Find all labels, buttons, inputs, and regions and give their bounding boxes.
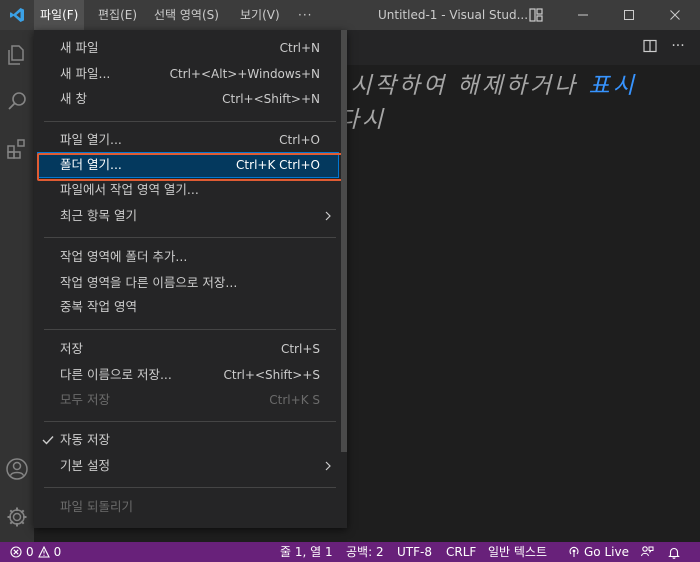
accounts-icon[interactable] <box>0 452 34 486</box>
menu-file[interactable]: 파일(F) <box>34 0 85 30</box>
menu-separator <box>44 121 336 122</box>
vscode-logo-icon <box>0 0 34 30</box>
error-icon <box>10 546 22 558</box>
menu-item-save-all: 모두 저장 Ctrl+K S <box>38 388 338 412</box>
bell-icon[interactable] <box>668 542 680 562</box>
activity-bar <box>0 30 34 542</box>
menu-item-label: 파일에서 작업 영역 열기... <box>60 182 199 197</box>
menu-item-save[interactable]: 저장 Ctrl+S <box>38 337 338 361</box>
menu-item-open-workspace-from-file[interactable]: 파일에서 작업 영역 열기... <box>38 178 338 202</box>
menu-separator <box>44 329 336 330</box>
menu-item-open-folder[interactable]: 폴더 열기... Ctrl+K Ctrl+O <box>37 152 339 178</box>
menu-scrollbar[interactable] <box>341 30 347 452</box>
status-bar: 0 0 줄 1, 열 1 공백: 2 UTF-8 CRLF 일반 텍스트 Go … <box>0 542 700 562</box>
extensions-icon[interactable] <box>0 132 34 166</box>
menu-item-label: 작업 영역에 폴더 추가... <box>60 249 188 264</box>
status-encoding[interactable]: UTF-8 <box>397 542 432 562</box>
feedback-icon[interactable] <box>640 542 654 562</box>
menu-item-shortcut: Ctrl+<Alt>+Windows+N <box>169 67 320 81</box>
menu-item-new-file-ellipsis[interactable]: 새 파일... Ctrl+<Alt>+Windows+N <box>38 62 338 86</box>
editor-hint-line-1: 을 시작하여 해제하거나 표시 <box>316 66 637 100</box>
menu-item-open-recent[interactable]: 최근 항목 열기 <box>38 204 338 228</box>
warning-count: 0 <box>53 545 62 559</box>
checkmark-icon <box>42 428 56 452</box>
menu-item-revert-file: 파일 되돌리기 <box>38 495 338 519</box>
menu-separator <box>44 487 336 488</box>
chevron-right-icon <box>322 204 334 228</box>
split-editor-button[interactable] <box>640 36 660 56</box>
close-icon <box>670 10 680 20</box>
menu-item-save-workspace-as[interactable]: 작업 영역을 다른 이름으로 저장... <box>38 271 338 295</box>
menu-item-add-folder-to-workspace[interactable]: 작업 영역에 폴더 추가... <box>38 245 338 269</box>
menu-item-shortcut: Ctrl+K S <box>269 393 320 407</box>
close-button[interactable] <box>652 0 698 30</box>
layout-icon <box>529 8 543 22</box>
menu-item-label: 폴더 열기... <box>60 157 122 172</box>
chevron-right-icon <box>322 454 334 478</box>
status-indentation[interactable]: 공백: 2 <box>346 542 384 562</box>
window-title: Untitled-1 - Visual Stud... <box>378 8 529 22</box>
menu-item-new-window[interactable]: 새 창 Ctrl+<Shift>+N <box>38 87 338 111</box>
status-line-ending[interactable]: CRLF <box>446 542 476 562</box>
status-language-mode[interactable]: 일반 텍스트 <box>488 542 547 562</box>
menu-item-label: 새 파일 <box>60 40 99 55</box>
minimize-button[interactable] <box>560 0 606 30</box>
menu-item-label: 저장 <box>60 341 84 356</box>
menu-item-label: 작업 영역을 다른 이름으로 저장... <box>60 275 238 290</box>
title-bar: 파일(F) 편집(E) 선택 영역(S) 보기(V) ··· Untitled-… <box>0 0 700 30</box>
menu-item-auto-save[interactable]: 자동 저장 <box>38 428 338 452</box>
status-cursor-position[interactable]: 줄 1, 열 1 <box>280 542 333 562</box>
go-live-label: Go Live <box>584 545 629 559</box>
split-editor-icon <box>643 39 657 53</box>
maximize-button[interactable] <box>606 0 652 30</box>
menu-item-label: 기본 설정 <box>60 458 110 473</box>
search-icon[interactable] <box>0 84 34 118</box>
menu-separator <box>44 421 336 422</box>
editor-hint-text: 을 시작하여 해제하거나 <box>316 73 589 99</box>
gear-icon[interactable] <box>0 500 34 534</box>
menu-view[interactable]: 보기(V) <box>234 0 286 30</box>
menu-selection[interactable]: 선택 영역(S) <box>148 0 225 30</box>
status-problems[interactable]: 0 0 <box>10 542 61 562</box>
menu-edit[interactable]: 편집(E) <box>92 0 143 30</box>
maximize-icon <box>624 10 634 20</box>
menu-more[interactable]: ··· <box>292 0 318 30</box>
menu-item-label: 모두 저장 <box>60 392 110 407</box>
menu-item-duplicate-workspace[interactable]: 중복 작업 영역 <box>38 295 338 319</box>
menu-item-shortcut: Ctrl+K Ctrl+O <box>236 158 320 172</box>
editor-hint-link[interactable]: 표시 <box>589 73 637 99</box>
menu-item-label: 새 창 <box>60 91 87 106</box>
menu-item-shortcut: Ctrl+<Shift>+S <box>223 368 320 382</box>
menu-item-label: 새 파일... <box>60 66 111 81</box>
menu-item-shortcut: Ctrl+<Shift>+N <box>222 92 320 106</box>
file-menu-dropdown: 새 파일 Ctrl+N 새 파일... Ctrl+<Alt>+Windows+N… <box>34 30 347 528</box>
menu-item-preferences[interactable]: 기본 설정 <box>38 454 338 478</box>
minimize-icon <box>578 14 588 16</box>
broadcast-icon <box>569 546 579 557</box>
menu-item-shortcut: Ctrl+N <box>279 41 320 55</box>
menu-item-label: 다른 이름으로 저장... <box>60 367 172 382</box>
status-go-live[interactable]: Go Live <box>568 542 629 562</box>
menu-item-open-file[interactable]: 파일 열기... Ctrl+O <box>38 128 338 152</box>
warning-icon <box>37 546 50 558</box>
customize-layout-button[interactable] <box>516 0 556 30</box>
more-actions-button[interactable]: ··· <box>668 36 688 56</box>
menu-item-new-file[interactable]: 새 파일 Ctrl+N <box>38 36 338 60</box>
menu-item-save-as[interactable]: 다른 이름으로 저장... Ctrl+<Shift>+S <box>38 363 338 387</box>
menu-item-label: 파일 되돌리기 <box>60 499 133 514</box>
menu-item-shortcut: Ctrl+S <box>280 342 320 356</box>
explorer-icon[interactable] <box>0 38 34 72</box>
menu-item-label: 파일 열기... <box>60 132 122 147</box>
menu-item-label: 최근 항목 열기 <box>60 208 137 223</box>
menu-item-label: 자동 저장 <box>60 432 110 447</box>
error-count: 0 <box>26 545 34 559</box>
menu-item-shortcut: Ctrl+O <box>279 133 320 147</box>
menu-item-label: 중복 작업 영역 <box>60 299 137 314</box>
menu-separator <box>44 237 336 238</box>
